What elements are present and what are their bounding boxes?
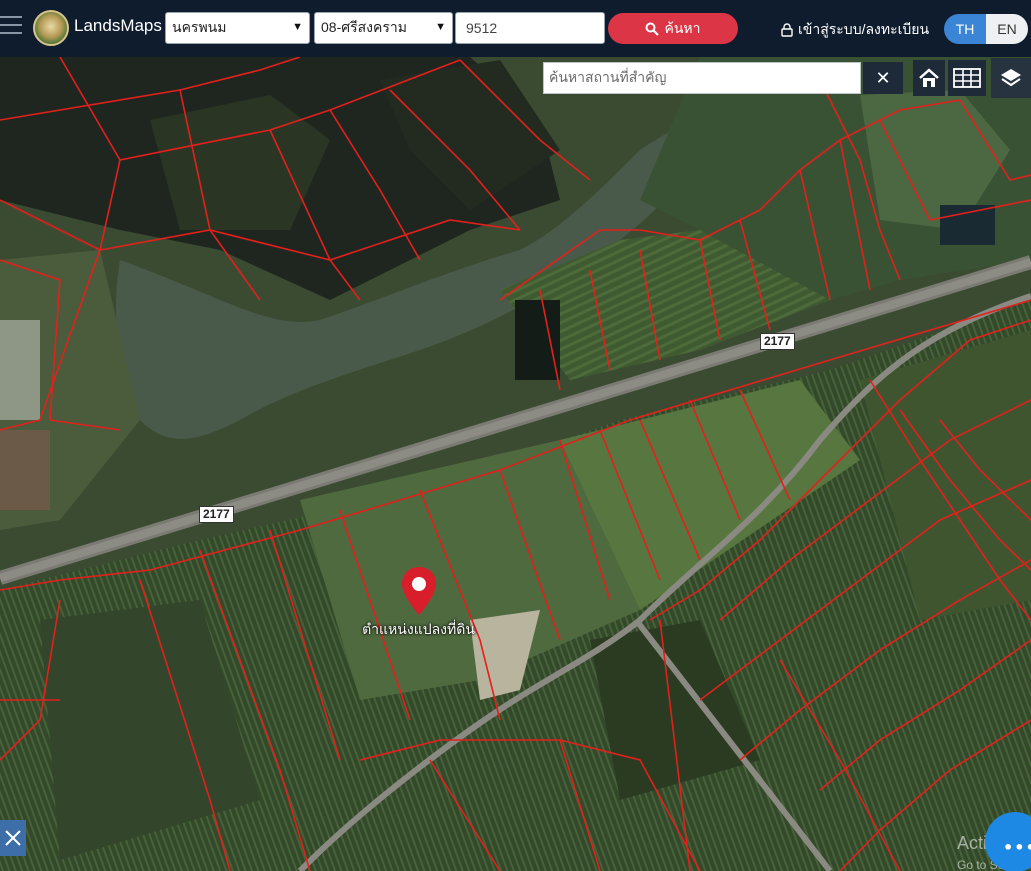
satellite-map[interactable] — [0, 57, 1031, 871]
layers-icon — [1001, 69, 1021, 87]
more-dots-icon: ••• — [1003, 838, 1031, 857]
place-search-input[interactable]: ค้นหาสถานที่สำคัญ — [543, 62, 861, 94]
lang-th-button[interactable]: TH — [944, 14, 986, 44]
login-link[interactable]: เข้าสู่ระบบ/ลงทะเบียน — [781, 19, 929, 41]
clear-search-button[interactable]: ✕ — [863, 62, 903, 94]
lang-en-button[interactable]: EN — [986, 14, 1028, 44]
map-view[interactable] — [0, 57, 1031, 871]
home-view-button[interactable] — [913, 60, 945, 96]
home-icon — [919, 68, 939, 87]
app-title[interactable]: LandsMaps — [74, 16, 162, 36]
chat-button[interactable]: ••• — [985, 812, 1031, 871]
language-switch: TH EN — [944, 14, 1028, 44]
road-label-2177: 2177 — [199, 506, 234, 523]
parcel-location-label: ตำแหน่งแปลงที่ดิน — [362, 621, 475, 637]
login-label: เข้าสู่ระบบ/ลงทะเบียน — [798, 21, 930, 37]
search-button[interactable]: ค้นหา — [608, 13, 738, 44]
ruler-icon — [5, 830, 21, 846]
location-pin-icon[interactable] — [400, 566, 438, 616]
grid-toggle-button[interactable] — [948, 60, 986, 96]
chevron-down-icon: ▼ — [435, 21, 446, 33]
measure-tool-button[interactable] — [0, 820, 26, 856]
search-icon — [645, 22, 660, 36]
grid-icon — [953, 68, 981, 88]
province-select[interactable]: นครพนม ▼ — [165, 12, 310, 44]
district-select[interactable]: 08-ศรีสงคราม ▼ — [314, 12, 453, 44]
menu-icon[interactable] — [0, 16, 22, 38]
parcel-number-input[interactable]: 9512 — [455, 12, 605, 44]
top-navbar: LandsMaps นครพนม ▼ 08-ศรีสงคราม ▼ 9512 ค… — [0, 0, 1031, 57]
road-label-2177: 2177 — [760, 333, 795, 350]
search-button-label: ค้นหา — [664, 19, 701, 36]
chevron-down-icon: ▼ — [292, 21, 303, 33]
layers-button[interactable] — [991, 58, 1031, 98]
district-select-value: 08-ศรีสงคราม — [321, 19, 407, 35]
lock-icon — [781, 23, 793, 37]
landsmaps-logo[interactable] — [33, 10, 69, 46]
province-select-value: นครพนม — [172, 19, 227, 35]
